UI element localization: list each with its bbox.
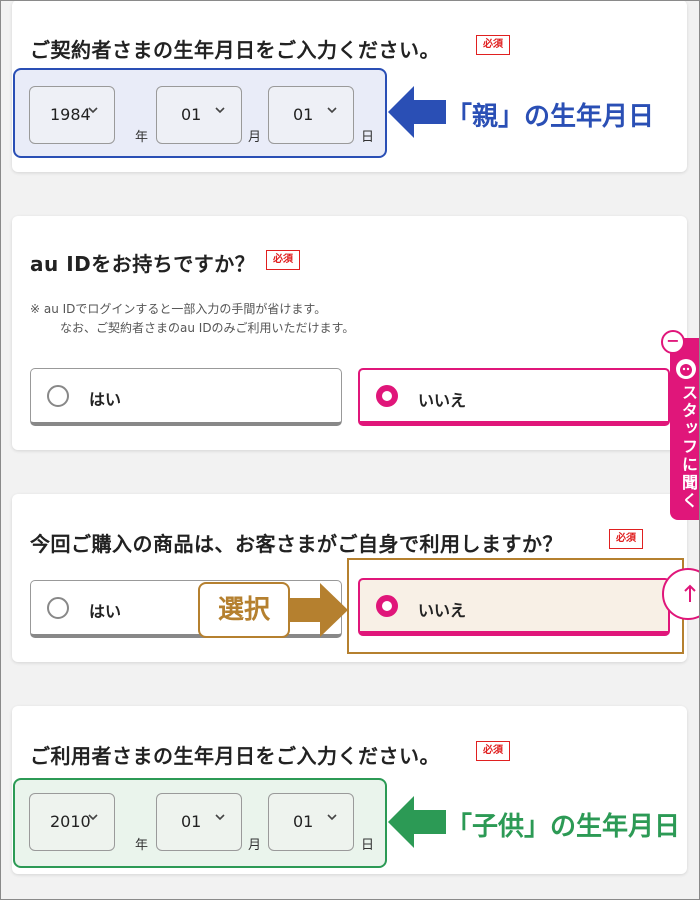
chevron-down-icon bbox=[327, 814, 337, 821]
selection-highlight-frame bbox=[347, 558, 684, 654]
auid-note-line1: ※ au IDでログインすると一部入力の手間が省けます。 bbox=[30, 302, 327, 316]
chevron-down-icon bbox=[215, 107, 225, 114]
radio-icon bbox=[47, 385, 69, 407]
user-birth-annotation: 「子供」の生年月日 bbox=[446, 812, 681, 842]
user-month-select[interactable]: 01 bbox=[156, 793, 242, 851]
radio-icon bbox=[47, 597, 69, 619]
contract-birth-title: ご契約者さまの生年月日をご入力ください。 bbox=[30, 38, 440, 62]
user-day-select[interactable]: 01 bbox=[268, 793, 354, 851]
required-badge: 必須 bbox=[476, 35, 510, 55]
year-unit: 年 bbox=[135, 838, 149, 853]
month-unit: 月 bbox=[248, 838, 262, 853]
day-unit: 日 bbox=[361, 130, 375, 145]
chevron-down-icon bbox=[88, 814, 98, 821]
minus-icon[interactable]: − bbox=[661, 330, 685, 354]
staff-face-icon bbox=[676, 359, 696, 379]
required-badge: 必須 bbox=[609, 529, 643, 549]
arrow-up-icon bbox=[684, 584, 696, 602]
user-year-select[interactable]: 2010 bbox=[29, 793, 115, 851]
contract-day-value: 01 bbox=[293, 105, 314, 124]
contract-month-select[interactable]: 01 bbox=[156, 86, 242, 144]
self-use-title: 今回ご購入の商品は、お客さまがご自身で利用しますか？ bbox=[30, 532, 563, 556]
staff-help-label: スタッフに聞く bbox=[679, 384, 698, 510]
auid-no-option[interactable]: いいえ bbox=[358, 368, 670, 426]
contract-birth-card: ご契約者さまの生年月日をご入力ください。 必須 1984 年 01 月 01 日 bbox=[12, 0, 687, 172]
required-badge: 必須 bbox=[476, 741, 510, 761]
auid-yes-option[interactable]: はい bbox=[30, 368, 342, 426]
contract-year-select[interactable]: 1984 bbox=[29, 86, 115, 144]
user-birth-title: ご利用者さまの生年月日をご入力ください。 bbox=[30, 744, 440, 768]
user-birth-card: ご利用者さまの生年月日をご入力ください。 必須 2010 年 01 月 01 日 bbox=[12, 706, 687, 874]
year-unit: 年 bbox=[135, 130, 149, 145]
auid-card: au IDをお持ちですか？ 必須 ※ au IDでログインすると一部入力の手間が… bbox=[12, 216, 687, 450]
user-birth-date-group: 2010 年 01 月 01 日 bbox=[13, 778, 387, 868]
arrow-right-icon bbox=[290, 583, 348, 637]
auid-yes-label: はい bbox=[89, 390, 122, 409]
contract-day-select[interactable]: 01 bbox=[268, 86, 354, 144]
contract-month-value: 01 bbox=[181, 105, 202, 124]
arrow-left-icon bbox=[388, 796, 446, 848]
month-unit: 月 bbox=[248, 130, 262, 145]
contract-birth-date-group: 1984 年 01 月 01 日 bbox=[13, 68, 387, 158]
required-badge: 必須 bbox=[266, 250, 300, 270]
radio-icon bbox=[376, 385, 398, 407]
chevron-down-icon bbox=[327, 107, 337, 114]
day-unit: 日 bbox=[361, 838, 375, 853]
chevron-down-icon bbox=[215, 814, 225, 821]
user-day-value: 01 bbox=[293, 812, 314, 831]
contract-year-value: 1984 bbox=[50, 105, 91, 124]
auid-note-line2: なお、ご契約者さまのau IDのみご利用いただけます。 bbox=[60, 321, 355, 335]
auid-title: au IDをお持ちですか？ bbox=[30, 252, 256, 276]
user-month-value: 01 bbox=[181, 812, 202, 831]
selection-annotation: 選択 bbox=[198, 582, 290, 638]
arrow-left-icon bbox=[388, 86, 446, 138]
chevron-down-icon bbox=[88, 107, 98, 114]
user-year-value: 2010 bbox=[50, 812, 91, 831]
self-use-yes-label: はい bbox=[89, 602, 122, 621]
contract-birth-annotation: 「親」の生年月日 bbox=[446, 102, 655, 132]
staff-help-tab[interactable]: スタッフに聞く bbox=[670, 338, 700, 520]
auid-no-label: いいえ bbox=[418, 391, 467, 410]
